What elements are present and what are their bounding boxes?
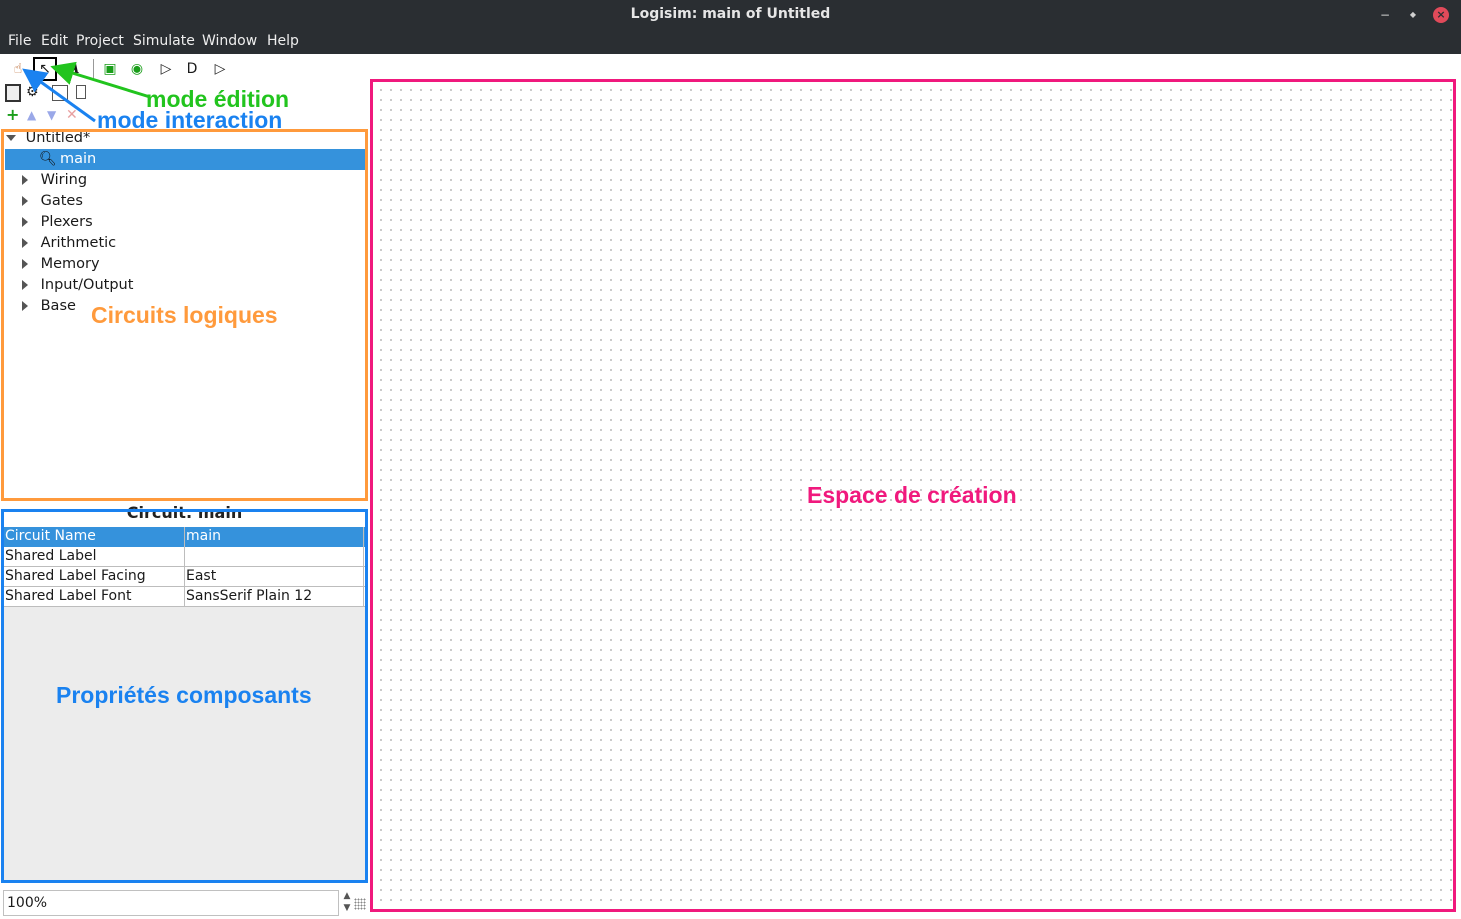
- menu-window[interactable]: Window: [202, 33, 257, 49]
- menu-edit[interactable]: Edit: [41, 33, 68, 49]
- close-icon[interactable]: ×: [1433, 7, 1449, 23]
- menu-bar: File Edit Project Simulate Window Help: [0, 30, 1461, 54]
- edition-arrow: [50, 61, 151, 99]
- menu-help[interactable]: Help: [267, 33, 299, 49]
- annotation-proprietes: Propriétés composants: [56, 682, 312, 708]
- window-title: Logisim: main of Untitled: [630, 6, 831, 22]
- menu-project[interactable]: Project: [76, 33, 124, 49]
- spinner-down-icon[interactable]: ▼: [340, 902, 354, 914]
- zoom-field[interactable]: 100%: [3, 890, 339, 916]
- window-titlebar: Logisim: main of Untitled − ◆ ×: [0, 0, 1461, 30]
- annotation-mode-interaction: mode interaction: [97, 107, 283, 133]
- spinner-up-icon[interactable]: ▲: [340, 890, 354, 902]
- resize-grip-icon[interactable]: [354, 898, 366, 910]
- interaction-arrow: [22, 68, 96, 123]
- annotation-espace-creation: Espace de création: [807, 482, 1017, 508]
- minimize-icon[interactable]: −: [1377, 7, 1393, 23]
- menu-file[interactable]: File: [8, 33, 31, 49]
- menu-simulate[interactable]: Simulate: [133, 33, 195, 49]
- zoom-spinner[interactable]: ▲ ▼: [340, 890, 354, 916]
- annotation-circuits-logiques: Circuits logiques: [91, 302, 278, 328]
- restore-icon[interactable]: ◆: [1405, 7, 1421, 23]
